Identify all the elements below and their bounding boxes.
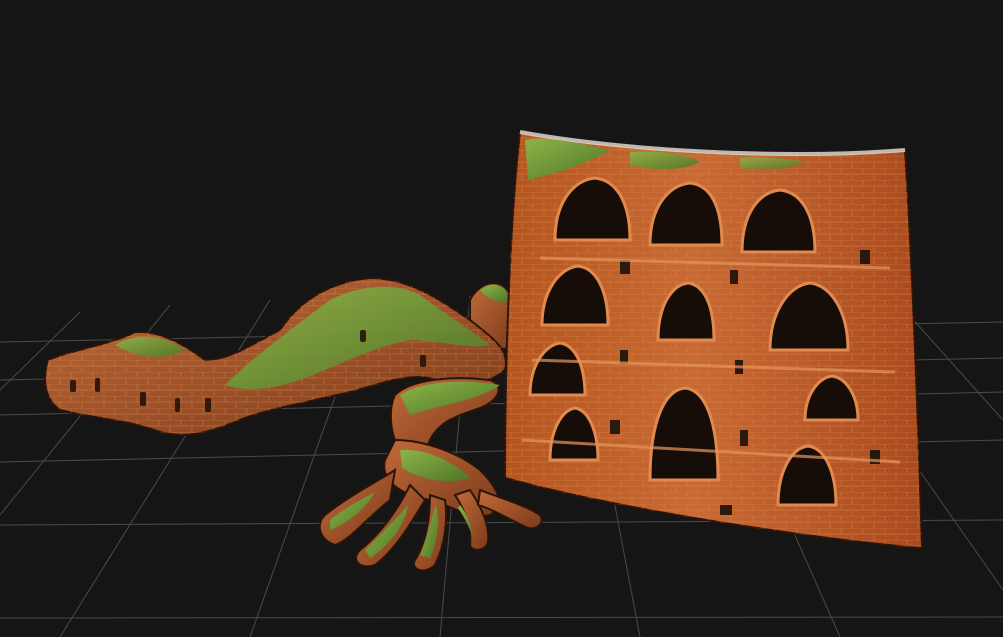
curved-brick-wall-panel[interactable] [503,130,924,550]
mossy-brick-hand-sculpture[interactable] [44,276,543,572]
scene-render[interactable] [0,0,1003,637]
3d-viewport[interactable] [0,0,1003,637]
